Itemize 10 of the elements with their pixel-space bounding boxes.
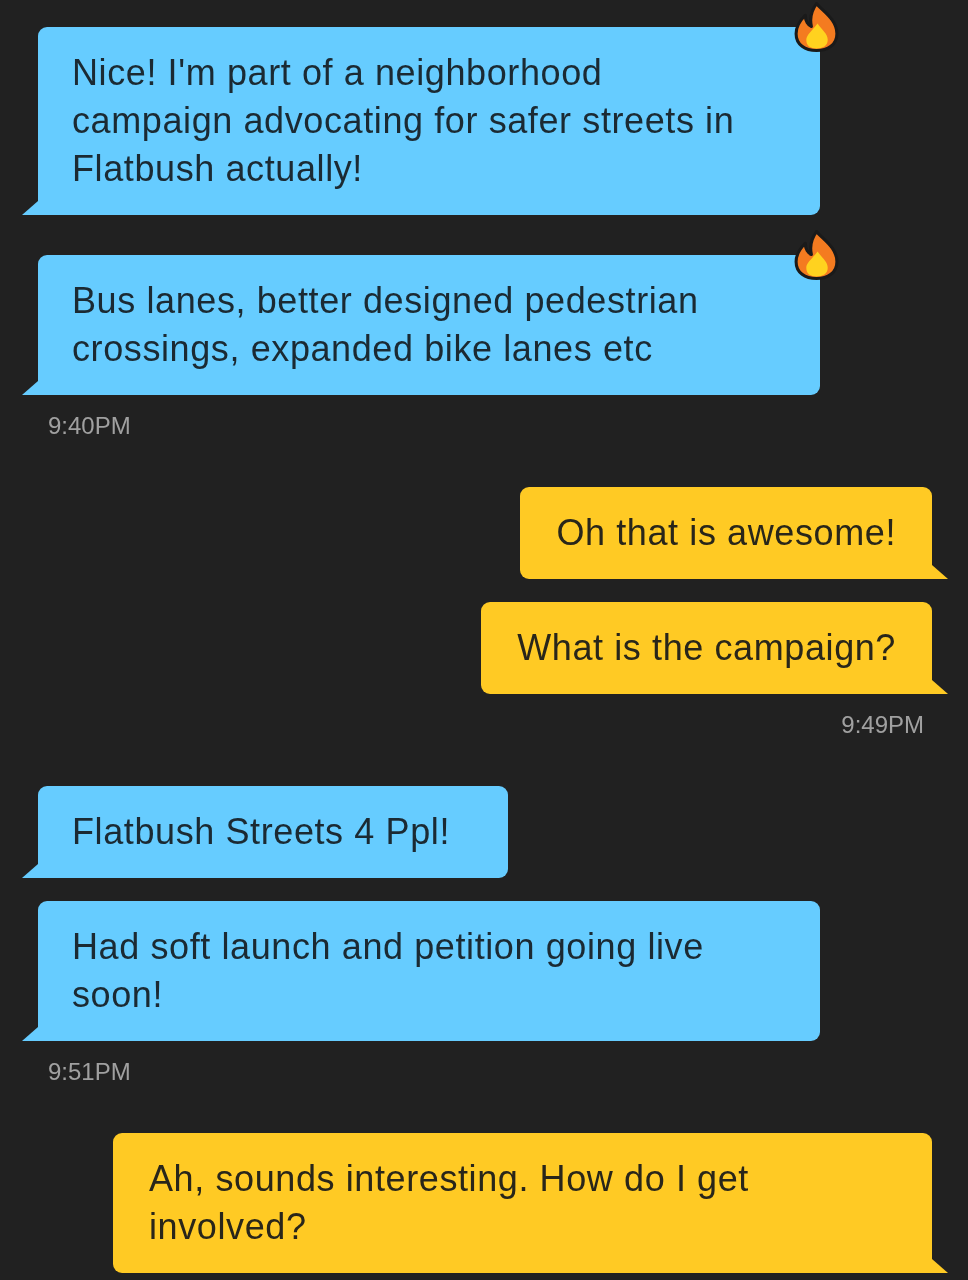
message-text: Bus lanes, better designed pedestrian crossings, expanded bike lanes etc [72,279,700,371]
message-text: Had soft launch and petition going live soon! [72,925,705,1017]
message-text: Nice! I'm part of a neighborhood campaign advocating for safer streets in Flatbush actually! [72,51,736,191]
message-text: Flatbush Streets 4 Ppl! [72,810,450,854]
message-text: What is the campaign? [517,626,896,670]
message-text: Ah, sounds interesting. How do I get involved? [149,1157,750,1249]
timestamp: 9:49PM [841,710,924,740]
message-text: Oh that is awesome! [556,511,896,555]
timestamp: 9:51PM [48,1057,131,1087]
timestamp: 9:40PM [48,411,131,441]
